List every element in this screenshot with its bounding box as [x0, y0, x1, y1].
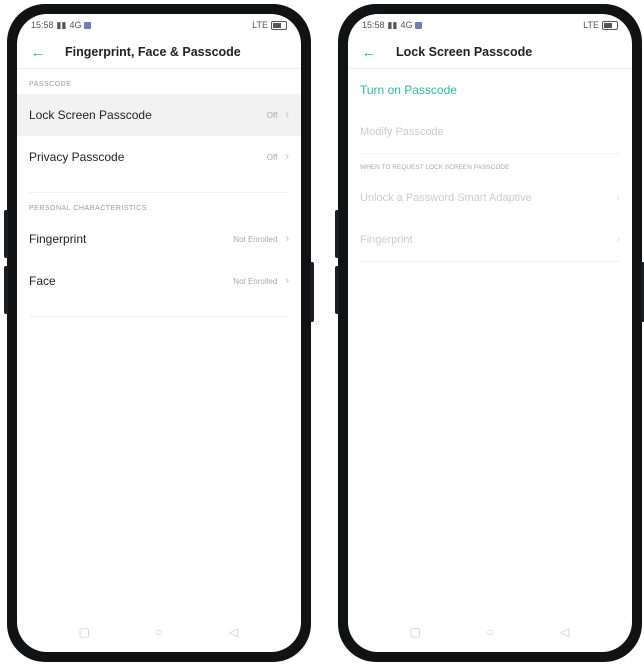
chevron-right-icon: ›: [616, 234, 620, 246]
row-label: Unlock a Password Smart Adaptive: [360, 192, 532, 204]
back-arrow-icon[interactable]: ←: [29, 43, 47, 61]
row-label: Face: [29, 274, 56, 288]
status-right-text: LTE: [583, 20, 599, 30]
nav-bar: ▢ ○ ◁: [17, 612, 301, 652]
fingerprint-row[interactable]: Fingerprint Not Enrolled ›: [17, 218, 301, 260]
face-row[interactable]: Face Not Enrolled ›: [17, 260, 301, 302]
chevron-right-icon: ›: [285, 151, 289, 163]
signal-icon: ▮▮: [387, 19, 398, 30]
row-label: Privacy Passcode: [29, 150, 125, 164]
volume-down-button: [335, 266, 339, 314]
nav-bar: ▢ ○ ◁: [348, 612, 632, 652]
home-icon[interactable]: ○: [147, 625, 171, 639]
row-label: Fingerprint: [29, 232, 87, 246]
turn-on-passcode-button[interactable]: Turn on Passcode: [348, 69, 632, 111]
section-header-passcode: PASSCODE: [29, 81, 72, 88]
lock-screen-passcode-row[interactable]: Lock Screen Passcode Off ›: [17, 94, 301, 136]
fingerprint-row[interactable]: Fingerprint ›: [348, 219, 632, 261]
row-label: Fingerprint: [360, 234, 413, 246]
chevron-right-icon: ›: [285, 275, 289, 287]
battery-icon: [602, 20, 618, 30]
recent-apps-icon[interactable]: ▢: [403, 625, 427, 639]
home-icon[interactable]: ○: [478, 625, 502, 639]
page-title: Fingerprint, Face & Passcode: [65, 45, 241, 59]
row-value: Not Enrolled: [233, 276, 278, 286]
modify-passcode-row[interactable]: Modify Passcode: [348, 111, 632, 153]
status-time: 15:58: [31, 20, 54, 30]
notification-icon: [415, 21, 423, 29]
status-time: 15:58: [362, 20, 385, 30]
chevron-right-icon: ›: [285, 109, 289, 121]
modify-passcode-label: Modify Passcode: [360, 126, 444, 138]
left-screen: 15:58 ▮▮ 4G LTE ← Fingerprint, Face & Pa…: [17, 14, 301, 652]
row-label: Lock Screen Passcode: [29, 108, 152, 122]
page-title: Lock Screen Passcode: [396, 45, 533, 59]
row-value: Off: [266, 110, 278, 120]
app-bar: ← Fingerprint, Face & Passcode: [17, 36, 301, 69]
back-triangle-icon[interactable]: ◁: [553, 625, 577, 639]
recent-apps-icon[interactable]: ▢: [72, 625, 96, 639]
status-bar: 15:58 ▮▮ 4G LTE: [348, 14, 632, 36]
back-triangle-icon[interactable]: ◁: [222, 625, 246, 639]
volume-up-button: [4, 210, 8, 258]
volume-up-button: [335, 210, 339, 258]
turn-on-passcode-label: Turn on Passcode: [360, 83, 457, 97]
section-header-request: WHEN TO REQUEST LOCK SCREEN PASSCODE: [360, 164, 510, 171]
divider: [29, 178, 289, 193]
battery-icon: [271, 20, 287, 30]
section-header-personal: PERSONAL CHARACTERISTICS: [29, 205, 147, 212]
smart-adaptive-row[interactable]: Unlock a Password Smart Adaptive ›: [348, 177, 632, 219]
row-value: Not Enrolled: [233, 234, 278, 244]
notification-icon: [84, 21, 92, 29]
row-value: Off: [266, 152, 278, 162]
right-screen: 15:58 ▮▮ 4G LTE ← Lock Screen Passcode T…: [348, 14, 632, 652]
status-bar: 15:58 ▮▮ 4G LTE: [17, 14, 301, 36]
chevron-right-icon: ›: [616, 192, 620, 204]
divider: [360, 261, 620, 262]
volume-down-button: [4, 266, 8, 314]
status-network: 4G: [69, 20, 82, 30]
back-arrow-icon[interactable]: ←: [360, 43, 378, 61]
left-phone: 15:58 ▮▮ 4G LTE ← Fingerprint, Face & Pa…: [4, 4, 314, 662]
signal-icon: ▮▮: [56, 19, 67, 30]
right-phone: 15:58 ▮▮ 4G LTE ← Lock Screen Passcode T…: [335, 4, 644, 662]
status-right-text: LTE: [252, 20, 268, 30]
privacy-passcode-row[interactable]: Privacy Passcode Off ›: [17, 136, 301, 178]
status-network: 4G: [400, 20, 413, 30]
divider: [29, 302, 289, 317]
stage: 15:58 ▮▮ 4G LTE ← Fingerprint, Face & Pa…: [0, 0, 644, 666]
app-bar: ← Lock Screen Passcode: [348, 36, 632, 69]
chevron-right-icon: ›: [285, 233, 289, 245]
power-button: [310, 262, 314, 322]
